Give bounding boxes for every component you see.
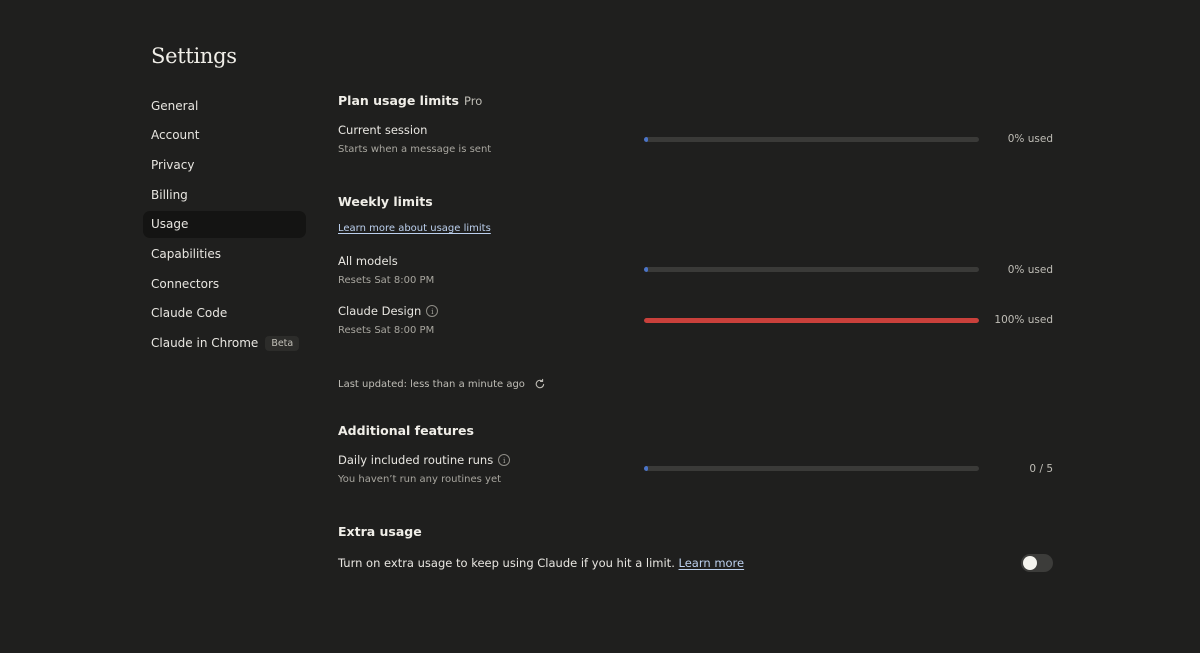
refresh-icon[interactable]	[534, 378, 546, 390]
additional-features-heading: Additional features	[338, 423, 474, 438]
extra-usage-learn-more-link[interactable]: Learn more	[679, 556, 745, 570]
claude-design-row: Claude Design i	[338, 304, 439, 318]
last-updated-row: Last updated: less than a minute ago	[338, 378, 546, 390]
sidebar-item-billing[interactable]: Billing	[143, 181, 306, 208]
sidebar-item-label: Capabilities	[151, 246, 221, 261]
claude-design-progress	[644, 318, 979, 323]
info-icon[interactable]: i	[426, 305, 439, 317]
toggle-knob	[1023, 556, 1037, 570]
sidebar-item-usage[interactable]: Usage	[143, 210, 306, 238]
sidebar-item-label: Billing	[151, 187, 188, 202]
sidebar-item-claude-in-chrome[interactable]: Claude in Chrome Beta	[143, 330, 306, 357]
plan-usage-heading: Plan usage limits Pro	[338, 93, 482, 108]
current-session-sub: Starts when a message is sent	[338, 144, 492, 155]
sidebar-item-connectors[interactable]: Connectors	[143, 270, 306, 297]
plan-tier: Pro	[463, 94, 483, 108]
plan-usage-title: Plan usage limits	[338, 93, 459, 108]
extra-usage-heading: Extra usage	[338, 524, 422, 539]
learn-more-usage-link[interactable]: Learn more about usage limits	[338, 223, 491, 234]
settings-sidebar: General Account Privacy Billing Usage Ca…	[143, 92, 306, 359]
claude-design-value: 100% used	[994, 314, 1053, 326]
weekly-limits-heading: Weekly limits	[338, 194, 433, 209]
current-session-progress-fill	[644, 137, 648, 142]
all-models-value: 0% used	[1007, 264, 1053, 276]
claude-design-label: Claude Design	[338, 304, 422, 318]
all-models-progress	[644, 267, 979, 272]
sidebar-item-claude-code[interactable]: Claude Code	[143, 300, 306, 327]
sidebar-item-label: Usage	[151, 217, 189, 232]
sidebar-item-privacy[interactable]: Privacy	[143, 151, 306, 178]
usage-panel: Plan usage limits Pro Current session Sta…	[338, 0, 1053, 653]
all-models-sub: Resets Sat 8:00 PM	[338, 275, 435, 286]
extra-usage-toggle[interactable]	[1021, 554, 1053, 572]
routine-runs-value: 0 / 5	[1029, 463, 1053, 475]
page-title: Settings	[151, 44, 237, 68]
routine-runs-progress	[644, 466, 979, 471]
current-session-progress	[644, 137, 979, 142]
sidebar-item-label: Claude Code	[151, 306, 228, 321]
routine-runs-sub: You haven’t run any routines yet	[338, 474, 502, 485]
routine-runs-label: Daily included routine runs	[338, 453, 494, 467]
routine-runs-progress-fill	[644, 466, 648, 471]
all-models-progress-fill	[644, 267, 648, 272]
all-models-label: All models	[338, 254, 398, 268]
sidebar-item-label: Claude in Chrome	[151, 336, 259, 350]
current-session-label: Current session	[338, 123, 428, 137]
sidebar-item-capabilities[interactable]: Capabilities	[143, 240, 306, 267]
sidebar-item-label: Account	[151, 128, 200, 143]
sidebar-item-label: General	[151, 98, 199, 113]
sidebar-item-label: Privacy	[151, 157, 195, 172]
claude-design-progress-fill	[644, 318, 979, 323]
last-updated-text: Last updated: less than a minute ago	[338, 378, 525, 390]
routine-runs-row: Daily included routine runs i	[338, 453, 511, 467]
info-icon[interactable]: i	[498, 454, 511, 466]
sidebar-item-general[interactable]: General	[143, 92, 306, 119]
extra-usage-description: Turn on extra usage to keep using Claude…	[338, 556, 744, 570]
extra-usage-text: Turn on extra usage to keep using Claude…	[338, 556, 675, 570]
sidebar-item-account[interactable]: Account	[143, 122, 306, 149]
beta-badge: Beta	[265, 335, 300, 351]
current-session-value: 0% used	[1007, 133, 1053, 145]
sidebar-item-label: Connectors	[151, 276, 220, 291]
claude-design-sub: Resets Sat 8:00 PM	[338, 325, 435, 336]
